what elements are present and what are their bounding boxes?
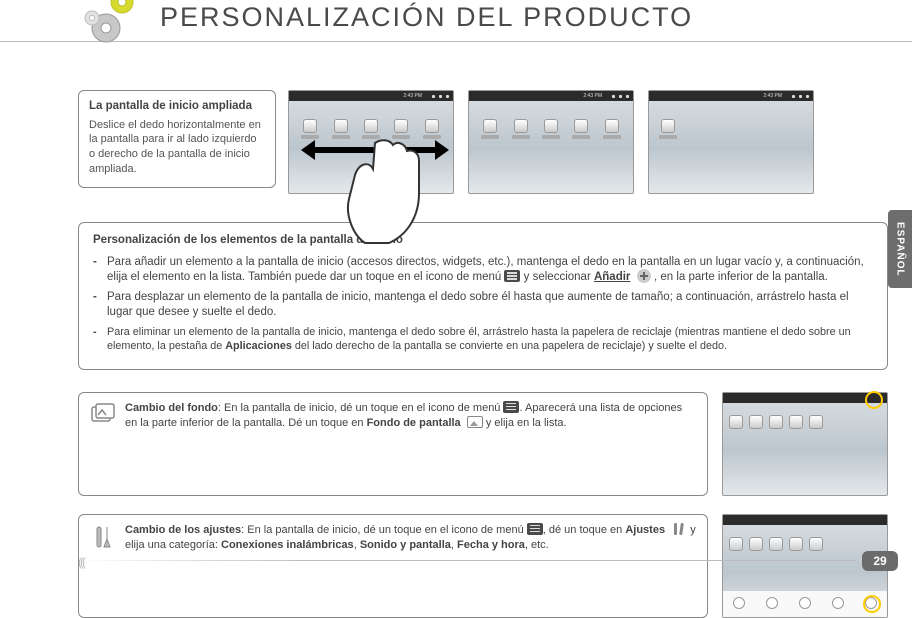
highlight-ring-icon xyxy=(865,391,883,409)
row-extended-home: La pantalla de inicio ampliada Deslice e… xyxy=(78,90,888,194)
customize-item-move: Para desplazar un elemento de la pantall… xyxy=(93,290,873,321)
tools-icon xyxy=(671,522,687,536)
page-title: PERSONALIZACIÓN DEL PRODUCTO xyxy=(160,2,693,33)
customize-panel: Personalización de los elementos de la p… xyxy=(78,222,888,370)
waves-icon: ((( xyxy=(78,555,84,569)
tools-lead-icon xyxy=(89,523,117,551)
footer-rule xyxy=(78,560,856,561)
plus-icon xyxy=(637,269,651,283)
menu-icon xyxy=(503,401,519,413)
wallpaper-preview xyxy=(722,392,888,496)
page-number: 29 xyxy=(862,551,898,571)
extended-home-title: La pantalla de inicio ampliada xyxy=(89,99,265,115)
page-footer: ((( 29 xyxy=(0,551,912,571)
wallpaper-lead-icon xyxy=(89,401,117,429)
extended-home-body: Deslice el dedo horizontalmente en la pa… xyxy=(89,118,265,177)
gears-icon xyxy=(78,0,148,48)
home-thumbnails: 2:43 PM 2:43 PM xyxy=(288,90,814,194)
extended-home-box: La pantalla de inicio ampliada Deslice e… xyxy=(78,90,276,188)
customize-item-delete: Para eliminar un elemento de la pantalla… xyxy=(93,325,873,353)
highlight-ring-icon xyxy=(863,595,881,613)
home-thumb-2: 2:43 PM xyxy=(468,90,634,194)
menu-icon xyxy=(504,270,520,282)
wallpaper-icon xyxy=(467,416,483,428)
language-tab: ESPAÑOL xyxy=(888,210,912,288)
settings-text: Cambio de los ajustes: En la pantalla de… xyxy=(125,523,697,554)
menu-icon xyxy=(527,523,543,535)
home-thumb-3: 2:43 PM xyxy=(648,90,814,194)
wallpaper-row: Cambio del fondo: En la pantalla de inic… xyxy=(78,392,888,496)
content-area: La pantalla de inicio ampliada Deslice e… xyxy=(0,42,912,618)
customize-title: Personalización de los elementos de la p… xyxy=(93,233,873,249)
customize-item-add: Para añadir un elemento a la pantalla de… xyxy=(93,255,873,286)
home-thumb-main: 2:43 PM xyxy=(288,90,454,194)
page-header: PERSONALIZACIÓN DEL PRODUCTO xyxy=(0,0,912,42)
wallpaper-text: Cambio del fondo: En la pantalla de inic… xyxy=(125,401,697,432)
wallpaper-strip: Cambio del fondo: En la pantalla de inic… xyxy=(78,392,708,496)
